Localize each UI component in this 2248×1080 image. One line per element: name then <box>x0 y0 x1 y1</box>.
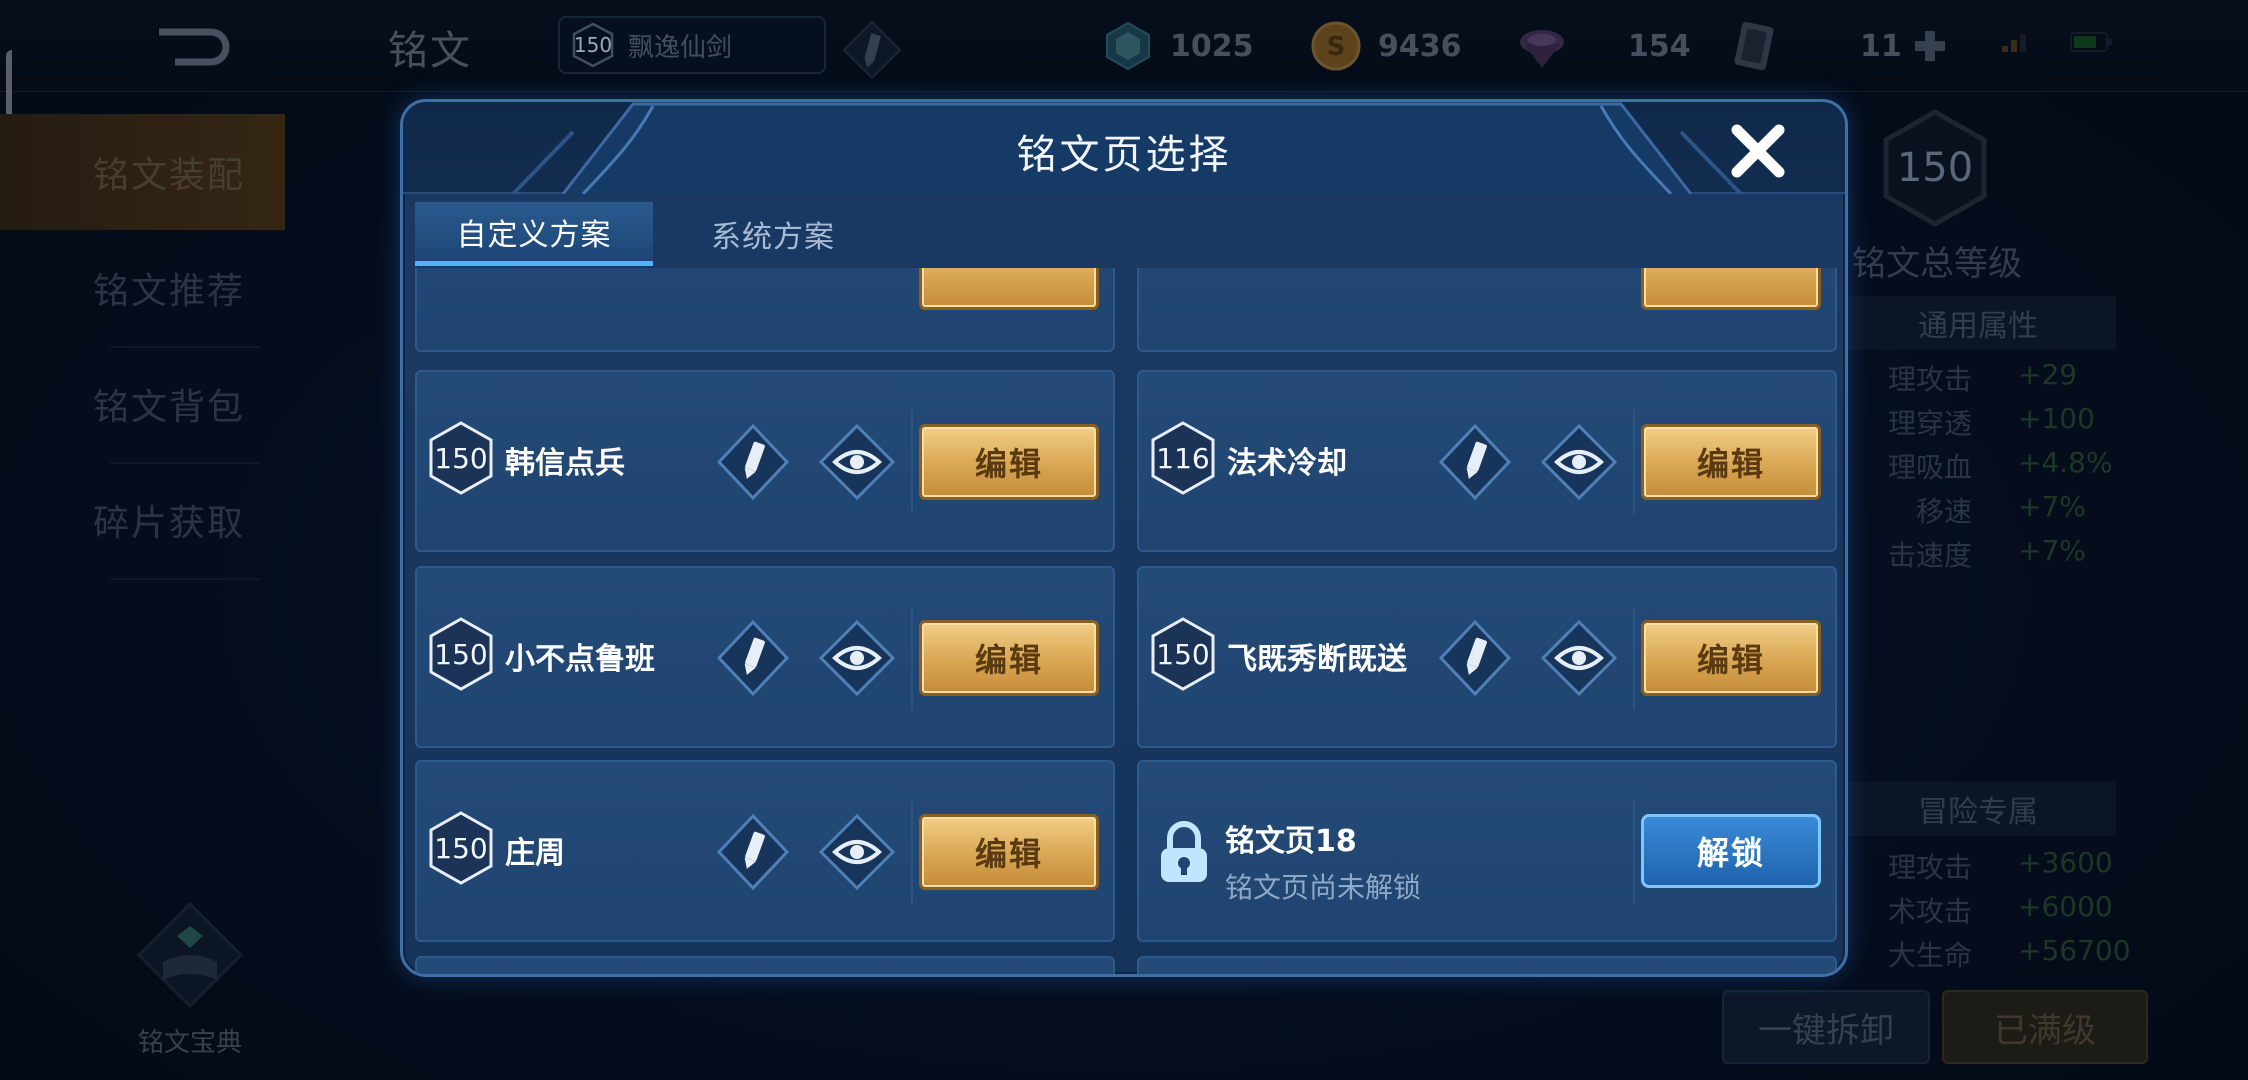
edit-button[interactable]: 编辑 <box>1641 620 1821 696</box>
locked-rune-page-card[interactable]: 铭文页18 铭文页尚未解锁 解锁 <box>1137 760 1837 942</box>
rename-pen-icon[interactable] <box>715 812 791 892</box>
page-name: 韩信点兵 <box>505 446 625 481</box>
card-divider <box>1633 800 1635 904</box>
close-button[interactable] <box>1729 122 1787 180</box>
page-level-badge: 150 <box>1149 616 1217 692</box>
page-level-badge: 150 <box>427 810 495 886</box>
locked-page-name: 铭文页18 <box>1225 824 1357 859</box>
page-name: 法术冷却 <box>1227 446 1347 481</box>
preview-eye-icon[interactable] <box>1539 422 1619 502</box>
rename-pen-icon[interactable] <box>715 618 791 698</box>
page-name: 庄周 <box>505 836 565 871</box>
preview-eye-icon[interactable] <box>817 812 897 892</box>
rename-pen-icon[interactable] <box>1437 618 1513 698</box>
rune-page-card[interactable]: 150 小不点鲁班 编辑 <box>415 566 1115 748</box>
page-name: 小不点鲁班 <box>505 642 655 677</box>
tab-custom-plan[interactable]: 自定义方案 <box>415 202 653 266</box>
rune-page-list[interactable]: 150 韩信点兵 编辑 116 法术冷却 编辑 150 小不点鲁班 编辑 150… <box>415 268 1839 974</box>
preview-eye-icon[interactable] <box>1539 618 1619 698</box>
edit-button[interactable]: 编辑 <box>1641 424 1821 500</box>
edit-button[interactable] <box>1641 268 1821 310</box>
dialog-title: 铭文页选择 <box>1016 132 1232 178</box>
rename-pen-icon[interactable] <box>1437 422 1513 502</box>
card-divider <box>911 410 913 514</box>
rune-page-card[interactable]: 116 法术冷却 编辑 <box>1137 370 1837 552</box>
dialog-header: 铭文页选择 <box>403 102 1845 194</box>
preview-eye-icon[interactable] <box>817 422 897 502</box>
rune-page-card[interactable]: 150 庄周 编辑 <box>415 760 1115 942</box>
tab-system-plan[interactable]: 系统方案 <box>653 202 893 266</box>
lock-icon <box>1155 820 1213 886</box>
edit-button[interactable]: 编辑 <box>919 814 1099 890</box>
plan-tabs: 自定义方案 系统方案 <box>415 202 893 266</box>
rune-page-card[interactable] <box>1137 956 1837 974</box>
unlock-button[interactable]: 解锁 <box>1641 814 1821 888</box>
rune-page-card[interactable] <box>1137 268 1837 352</box>
card-divider <box>1633 410 1635 514</box>
rename-pen-icon[interactable] <box>715 422 791 502</box>
rune-page-card[interactable] <box>415 268 1115 352</box>
edit-button[interactable]: 编辑 <box>919 620 1099 696</box>
page-level-badge: 150 <box>427 616 495 692</box>
rune-page-card[interactable] <box>415 956 1115 974</box>
page-level-badge: 150 <box>427 420 495 496</box>
rune-page-card[interactable]: 150 飞既秀断既送 编辑 <box>1137 566 1837 748</box>
edit-button[interactable] <box>919 268 1099 310</box>
card-divider <box>911 606 913 710</box>
card-divider <box>911 800 913 904</box>
rune-page-select-dialog: 铭文页选择 自定义方案 系统方案 150 韩信点兵 编辑 116 法术冷却 编辑… <box>400 99 1848 977</box>
card-divider <box>1633 606 1635 710</box>
locked-page-subtitle: 铭文页尚未解锁 <box>1225 871 1422 904</box>
close-icon <box>1731 124 1785 178</box>
page-name: 飞既秀断既送 <box>1227 642 1407 677</box>
edit-button[interactable]: 编辑 <box>919 424 1099 500</box>
page-level-badge: 116 <box>1149 420 1217 496</box>
preview-eye-icon[interactable] <box>817 618 897 698</box>
rune-page-card[interactable]: 150 韩信点兵 编辑 <box>415 370 1115 552</box>
